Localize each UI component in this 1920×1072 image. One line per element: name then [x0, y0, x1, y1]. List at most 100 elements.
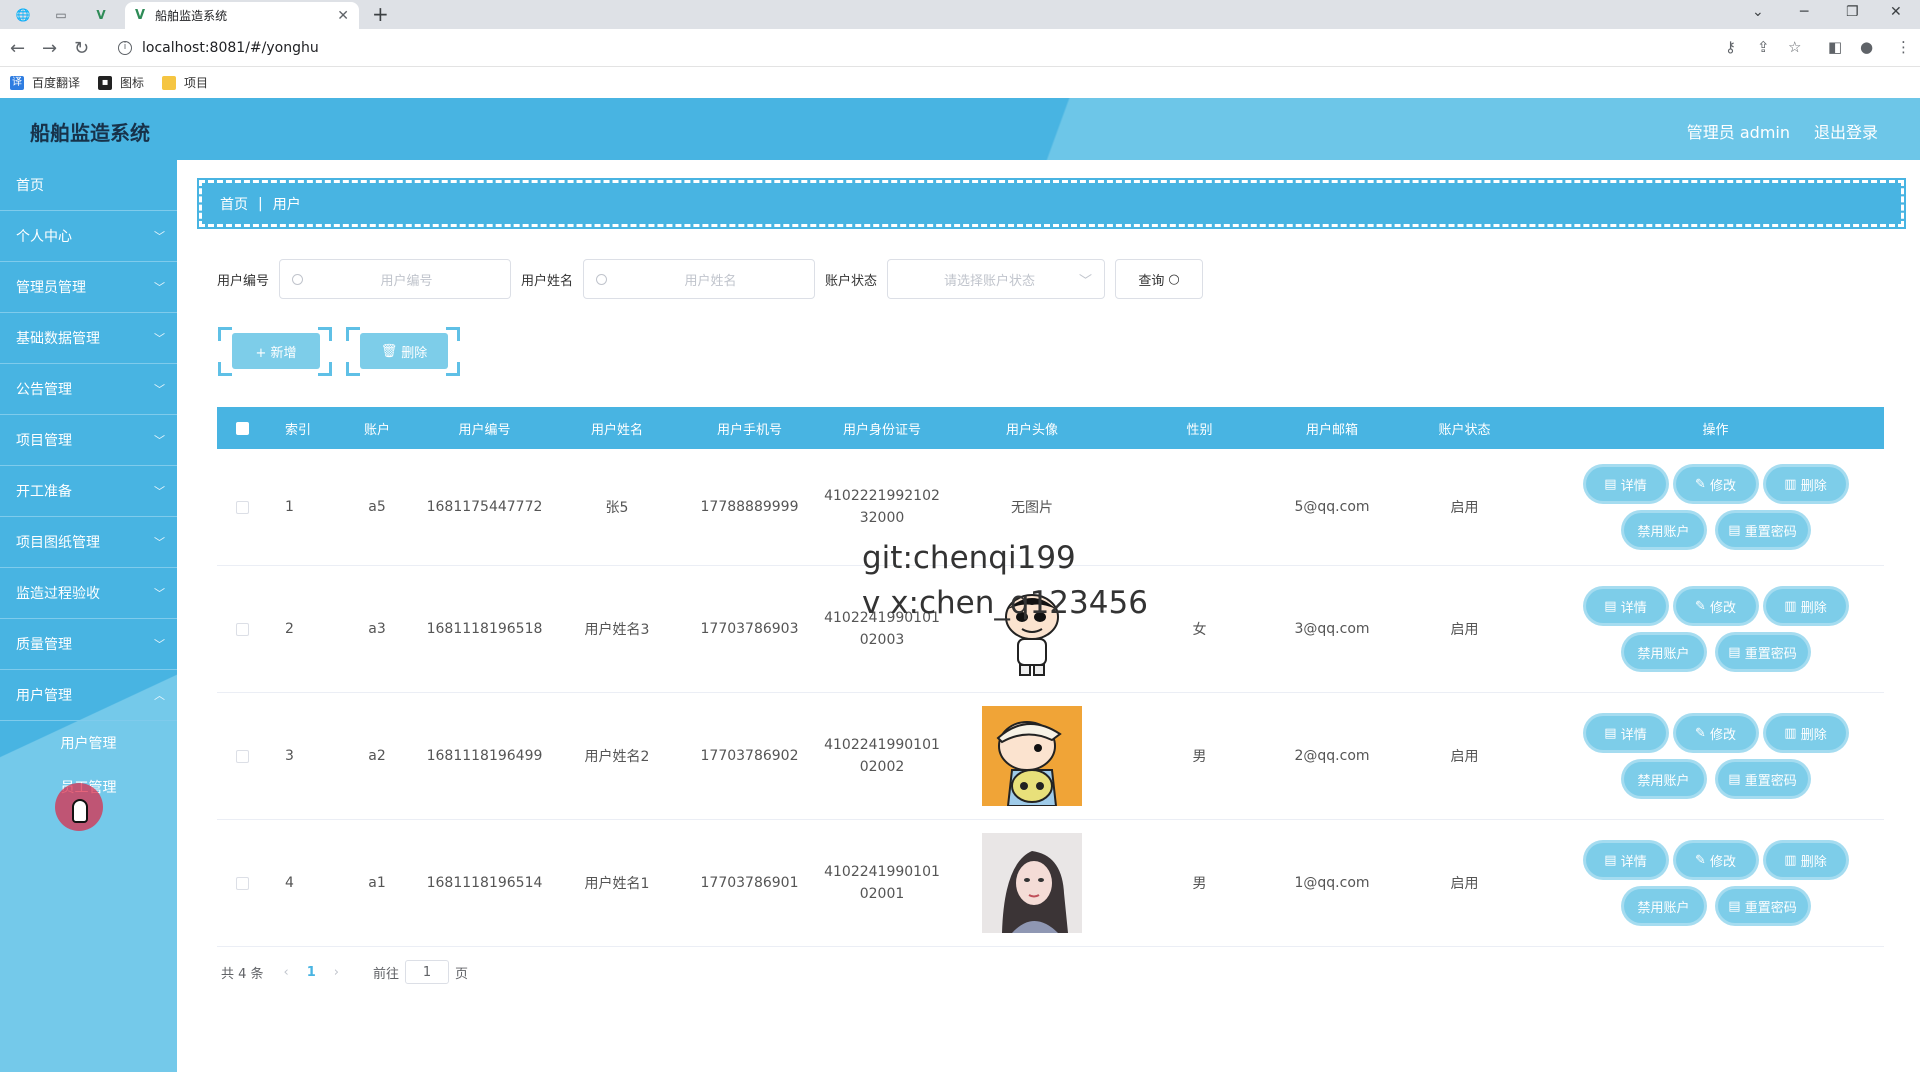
cell-idcard: 4102241990101 02001 — [824, 864, 940, 902]
bookmark-item[interactable]: ▪ 图标 — [98, 74, 144, 91]
sidebar-item-project[interactable]: 项目管理 ﹀ — [0, 415, 177, 466]
disable-account-button[interactable]: 禁用账户 — [1623, 889, 1704, 923]
key-icon[interactable]: ⚷ — [1725, 38, 1736, 56]
vue-icon[interactable]: V — [84, 4, 118, 26]
sidebar-item-quality[interactable]: 质量管理 ﹀ — [0, 619, 177, 670]
new-tab-button[interactable]: + — [372, 2, 389, 26]
cell-state: 启用 — [1450, 500, 1479, 516]
share-icon[interactable]: ⇪ — [1757, 38, 1770, 56]
url-field[interactable]: i localhost:8081/#/yonghu — [110, 35, 1720, 61]
page-jump-input[interactable]: 1 — [405, 960, 450, 984]
reset-password-button[interactable]: ▤ 重置密码 — [1717, 762, 1808, 796]
state-select[interactable]: 请选择账户状态 ﹀ — [887, 259, 1106, 299]
detail-button[interactable]: ▤ 详情 — [1585, 467, 1666, 501]
reset-password-button[interactable]: ▤ 重置密码 — [1717, 889, 1808, 923]
name-search-input[interactable]: 用户姓名 — [583, 259, 816, 299]
edit-button[interactable]: ✎ 修改 — [1675, 589, 1756, 623]
cell-name: 张5 — [605, 500, 629, 516]
chevron-down-icon: ﹀ — [154, 587, 165, 600]
cell-email: 1@qq.com — [1294, 875, 1370, 891]
row-checkbox[interactable] — [217, 622, 267, 636]
sidebar-item-users[interactable]: 用户管理 ︿ — [0, 670, 177, 721]
site-info-icon[interactable]: i — [118, 41, 132, 55]
tab-search-icon[interactable]: ⌄ — [1752, 4, 1764, 20]
sidebar-item-prepare[interactable]: 开工准备 ﹀ — [0, 466, 177, 517]
watermark-line: v x:chen_q123456 — [862, 585, 1148, 621]
back-icon[interactable]: ← — [10, 38, 25, 59]
globe-icon[interactable]: 🌐 — [6, 4, 40, 26]
table-row: 3 a2 1681118196499 用户姓名2 17703786902 410… — [217, 693, 1884, 820]
sidebar-item-admin[interactable]: 管理员管理 ﹀ — [0, 262, 177, 313]
delete-button[interactable]: ▥ 删除 — [1765, 716, 1846, 750]
bookmark-item[interactable]: 译百度翻译 — [10, 74, 80, 91]
reset-password-button[interactable]: ▤ 重置密码 — [1717, 513, 1808, 547]
state-label: 账户状态 — [825, 273, 878, 289]
reload-icon[interactable]: ↻ — [74, 38, 89, 59]
close-tab-icon[interactable]: ✕ — [337, 8, 349, 24]
breadcrumb-home[interactable]: 首页 — [220, 194, 248, 214]
batch-delete-button[interactable]: 🗑 删除 — [360, 333, 448, 369]
sidebar-item-drawings[interactable]: 项目图纸管理 ﹀ — [0, 517, 177, 568]
minimize-icon[interactable]: ─ — [1800, 4, 1808, 20]
sidebar-item-basedata[interactable]: 基础数据管理 ﹀ — [0, 313, 177, 364]
edit-button[interactable]: ✎ 修改 — [1675, 467, 1756, 501]
cell-code: 1681118196514 — [426, 875, 543, 891]
prev-page-icon[interactable]: ‹ — [284, 965, 289, 980]
add-button[interactable]: + 新增 — [232, 333, 320, 369]
breadcrumb-current: 用户 — [272, 196, 301, 213]
disable-account-button[interactable]: 禁用账户 — [1623, 635, 1704, 669]
sidebar: 首页 个人中心 ﹀ 管理员管理 ﹀ 基础数据管理 ﹀ 公告管理 ﹀ 项目管理 ﹀ 开工准备… — [0, 160, 177, 1072]
pencil-icon: ✎ — [1694, 725, 1710, 741]
more-menu-icon[interactable]: ⋮ — [1896, 38, 1911, 56]
disable-account-button[interactable]: 禁用账户 — [1623, 513, 1704, 547]
cell-avatar: 无图片 — [1011, 500, 1053, 516]
cell-index: 2 — [285, 621, 294, 637]
bookmark-item[interactable]: 项目 — [162, 74, 208, 91]
row-checkbox[interactable] — [217, 876, 267, 890]
query-button[interactable]: 查询 ○ — [1115, 259, 1204, 299]
detail-button[interactable]: ▤ 详情 — [1585, 589, 1666, 623]
sidebar-item-notice[interactable]: 公告管理 ﹀ — [0, 364, 177, 415]
sidebar-item-inspection[interactable]: 监造过程验收 ﹀ — [0, 568, 177, 619]
sidebar-item-personal[interactable]: 个人中心 ﹀ — [0, 211, 177, 262]
cell-name: 用户姓名3 — [584, 622, 650, 638]
edit-button[interactable]: ✎ 修改 — [1675, 716, 1756, 750]
restore-icon[interactable]: ❐ — [1846, 4, 1859, 20]
col-sex: 性别 — [1186, 422, 1213, 438]
delete-button[interactable]: ▥ 删除 — [1765, 467, 1846, 501]
reset-password-button[interactable]: ▤ 重置密码 — [1717, 635, 1808, 669]
page-unit-label: 页 — [455, 966, 469, 982]
browser-tab-active[interactable]: V 船舶监造系统 ✕ — [125, 2, 359, 29]
detail-button[interactable]: ▤ 详情 — [1585, 716, 1666, 750]
url-text: localhost:8081/#/yonghu — [142, 40, 319, 56]
forward-icon[interactable]: → — [42, 38, 57, 59]
sidebar-subitem-users[interactable]: 用户管理 — [0, 721, 177, 765]
delete-button[interactable]: ▥ 删除 — [1765, 589, 1846, 623]
row-checkbox[interactable] — [217, 500, 267, 514]
select-all-checkbox[interactable] — [217, 421, 267, 435]
star-icon[interactable]: ☆ — [1788, 38, 1801, 56]
decor-corner — [318, 327, 332, 341]
pencil-icon: ✎ — [1694, 598, 1710, 614]
decor-corner — [446, 327, 460, 341]
tab-placeholder[interactable]: ▭ — [44, 4, 78, 26]
cell-idcard: 4102221992102 32000 — [824, 488, 940, 526]
girl-photo-avatar — [982, 833, 1082, 933]
detail-button[interactable]: ▤ 详情 — [1585, 843, 1666, 877]
app-header: 船舶监造系统 管理员 admin 退出登录 — [0, 98, 1920, 160]
sidepanel-icon[interactable]: ◧ — [1828, 38, 1842, 56]
trash-icon: ▥ — [1784, 725, 1801, 741]
edit-button[interactable]: ✎ 修改 — [1675, 843, 1756, 877]
row-checkbox[interactable] — [217, 749, 267, 763]
next-page-icon[interactable]: › — [334, 965, 339, 980]
chevron-down-icon: ﹀ — [154, 383, 165, 396]
close-window-icon[interactable]: ✕ — [1890, 4, 1902, 20]
chevron-down-icon: ﹀ — [1079, 273, 1093, 289]
page-number[interactable]: 1 — [307, 965, 316, 980]
disable-account-button[interactable]: 禁用账户 — [1623, 762, 1704, 796]
profile-icon[interactable]: ● — [1860, 38, 1873, 56]
sidebar-item-home[interactable]: 首页 — [0, 160, 177, 211]
delete-button[interactable]: ▥ 删除 — [1765, 843, 1846, 877]
logout-link[interactable]: 退出登录 — [1814, 119, 1878, 143]
code-search-input[interactable]: 用户编号 — [279, 259, 512, 299]
